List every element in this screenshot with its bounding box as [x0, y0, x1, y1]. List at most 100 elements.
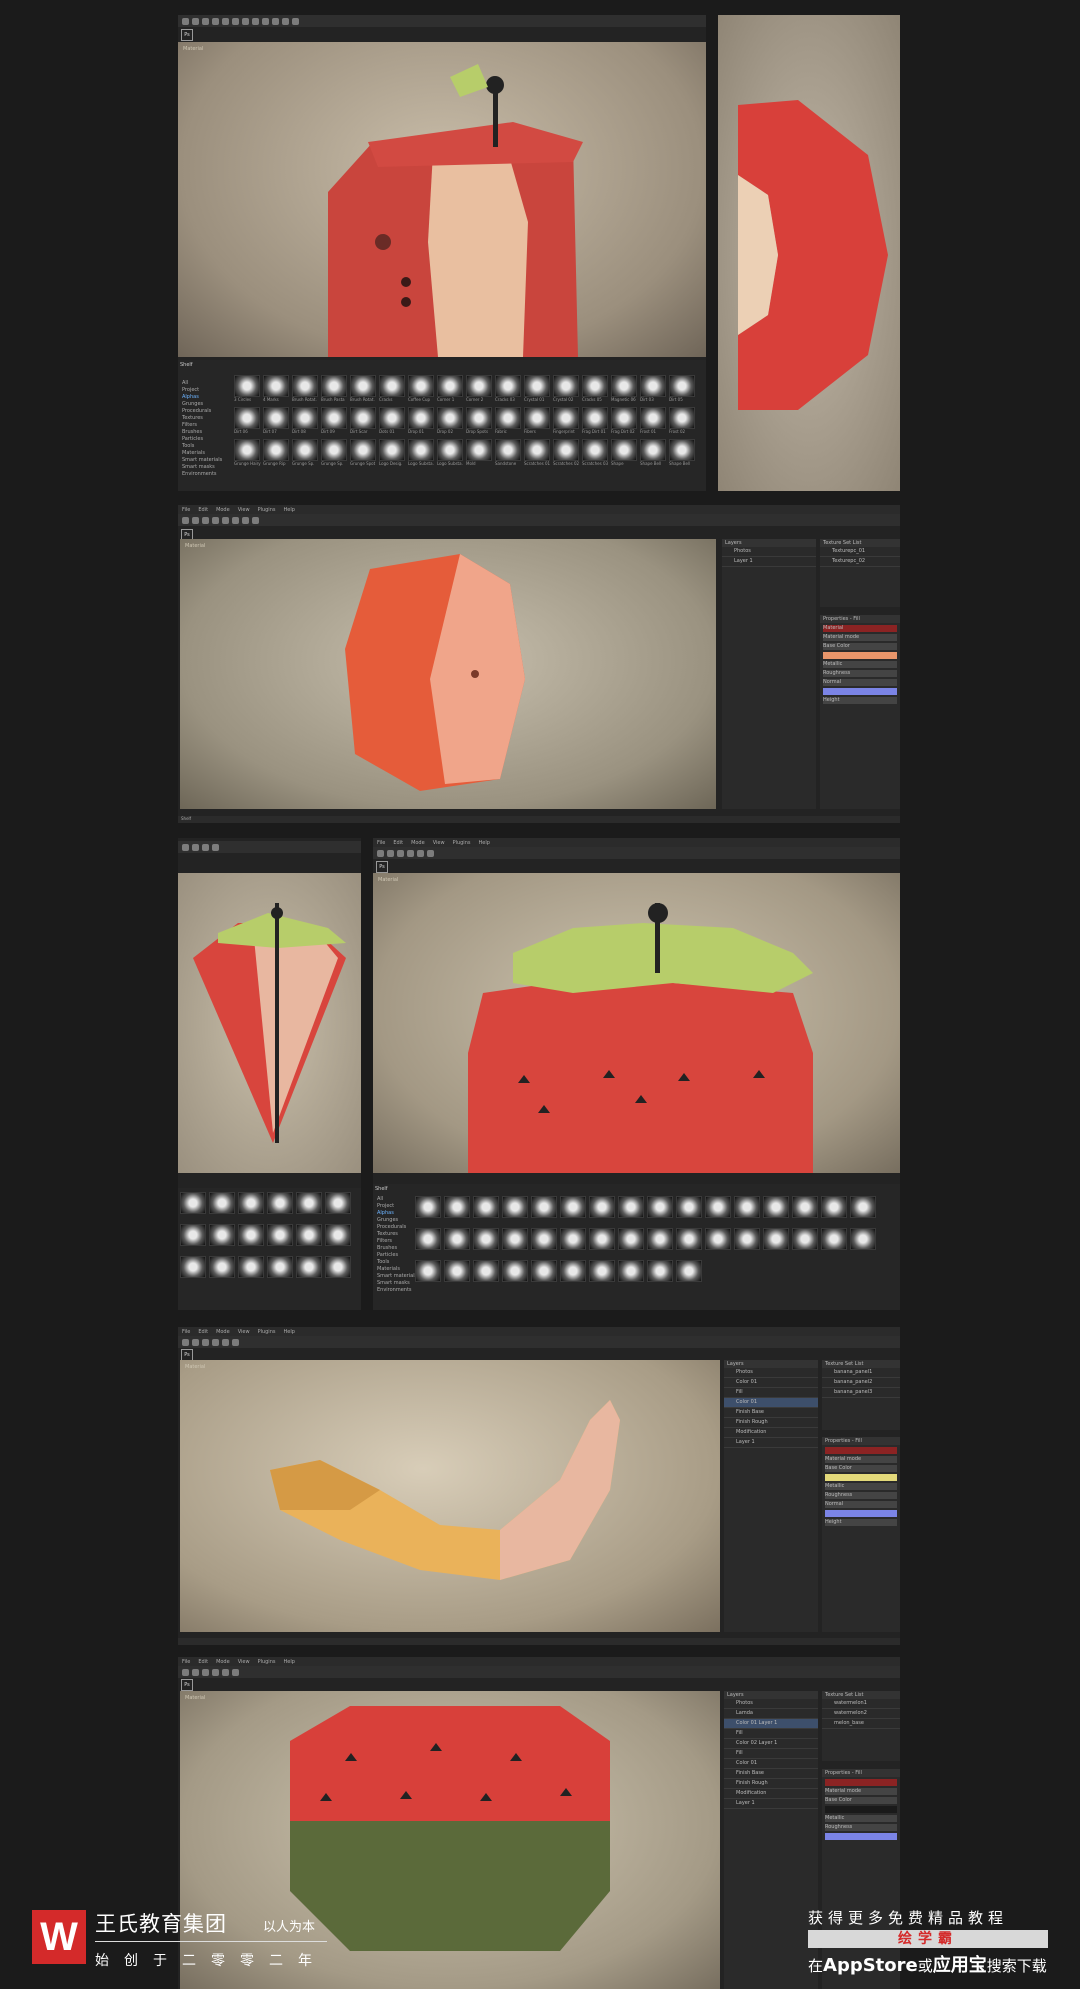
brush-thumbnail[interactable]: Grunge Hairy	[234, 439, 261, 466]
menu-file[interactable]: File	[182, 1659, 190, 1665]
brush-thumbnail[interactable]: Scratches 01	[524, 439, 550, 466]
brush-thumbnail[interactable]	[647, 1196, 673, 1218]
brush-thumbnail[interactable]	[473, 1196, 499, 1218]
brush-thumbnail[interactable]: Drop 02	[437, 407, 463, 434]
brush-thumbnail[interactable]	[734, 1228, 760, 1250]
shelf-category[interactable]: Environments	[182, 471, 222, 478]
brush-thumbnail[interactable]: Drop Spots	[466, 407, 492, 434]
layer-row[interactable]: Color 01	[724, 1398, 818, 1408]
brush-thumbnail[interactable]: Grunge Spot	[350, 439, 376, 466]
brush-thumbnail[interactable]	[560, 1260, 586, 1282]
shelf-category[interactable]: Textures	[182, 415, 222, 422]
layer-row[interactable]: Lamda	[724, 1709, 818, 1719]
tool-icon[interactable]	[407, 849, 414, 857]
shelf-category[interactable]: Procedurals	[377, 1224, 417, 1231]
layer-row[interactable]: Photos	[724, 1368, 818, 1378]
brush-thumbnail[interactable]: Frost 02	[669, 407, 695, 434]
tool-icon[interactable]	[182, 17, 189, 25]
layer-row[interactable]: Modification	[724, 1789, 818, 1799]
tool-icon[interactable]	[202, 1338, 209, 1346]
brush-thumbnail[interactable]	[473, 1228, 499, 1250]
tool-icon[interactable]	[232, 516, 239, 524]
shelf-category[interactable]: All	[377, 1196, 417, 1203]
brush-thumbnail[interactable]	[415, 1228, 441, 1250]
menu-file[interactable]: File	[182, 1329, 190, 1335]
shelf-category[interactable]: Particles	[377, 1252, 417, 1259]
brush-thumbnail[interactable]: Frag Dirt 02	[611, 407, 637, 434]
tool-icon[interactable]	[232, 1338, 239, 1346]
brush-thumbnail[interactable]: Dirt 09	[321, 407, 347, 434]
tool-icon[interactable]	[417, 849, 424, 857]
shelf-category[interactable]: Grunges	[377, 1217, 417, 1224]
brush-thumbnail[interactable]: Dirt 03	[640, 375, 666, 402]
shelf-category[interactable]: Smart materials	[377, 1273, 417, 1280]
brush-thumbnail[interactable]: Sandstone	[495, 439, 521, 466]
brush-thumbnail[interactable]	[296, 1256, 322, 1278]
tool-icon[interactable]	[222, 516, 229, 524]
menu-view[interactable]: View	[238, 1329, 250, 1335]
tool-icon[interactable]	[242, 17, 249, 25]
layer-row[interactable]: Fill	[724, 1749, 818, 1759]
brush-thumbnail[interactable]	[705, 1228, 731, 1250]
tool-icon[interactable]	[427, 849, 434, 857]
menu-mode[interactable]: Mode	[216, 1329, 230, 1335]
tool-icon[interactable]	[222, 17, 229, 25]
brush-thumbnail[interactable]	[238, 1256, 264, 1278]
base-color-swatch[interactable]	[825, 1806, 897, 1813]
brush-thumbnail[interactable]	[821, 1196, 847, 1218]
texture-set-row[interactable]: watermelon1	[822, 1699, 900, 1709]
brush-thumbnail[interactable]	[676, 1260, 702, 1282]
shelf-category[interactable]: Textures	[377, 1231, 417, 1238]
brush-thumbnail[interactable]: Coffee Cup	[408, 375, 434, 402]
layer-row[interactable]: Photos	[724, 1699, 818, 1709]
layer-row[interactable]: Color 01	[724, 1378, 818, 1388]
shelf-category[interactable]: Smart masks	[377, 1280, 417, 1287]
menu-help[interactable]: Help	[283, 507, 294, 513]
brush-thumbnail[interactable]	[502, 1260, 528, 1282]
shelf-category[interactable]: Brushes	[182, 429, 222, 436]
brush-thumbnail[interactable]	[589, 1196, 615, 1218]
tool-icon[interactable]	[182, 1668, 189, 1676]
brush-thumbnail[interactable]	[415, 1196, 441, 1218]
shelf-category[interactable]: Filters	[377, 1238, 417, 1245]
tool-icon[interactable]	[192, 843, 199, 851]
brush-thumbnail[interactable]: Dirt 07	[263, 407, 289, 434]
brush-thumbnail[interactable]: Cracks 05	[582, 375, 608, 402]
brush-thumbnail[interactable]: Mold	[466, 439, 492, 466]
layer-row[interactable]: Layer 1	[722, 557, 816, 567]
brush-thumbnail[interactable]	[531, 1228, 557, 1250]
tool-icon[interactable]	[212, 1338, 219, 1346]
brush-thumbnail[interactable]	[647, 1228, 673, 1250]
brush-thumbnail[interactable]	[325, 1192, 351, 1214]
layer-row[interactable]: Fill	[724, 1729, 818, 1739]
layer-row[interactable]: Color 01 Layer 1	[724, 1719, 818, 1729]
brush-thumbnail[interactable]: Fibers	[524, 407, 550, 434]
brush-thumbnail[interactable]	[734, 1196, 760, 1218]
shelf-category[interactable]: Environments	[377, 1287, 417, 1294]
brush-thumbnail[interactable]: Dirt Scar	[350, 407, 376, 434]
brush-thumbnail[interactable]	[267, 1256, 293, 1278]
brush-thumbnail[interactable]	[792, 1196, 818, 1218]
brush-thumbnail[interactable]: Brush Rotat.	[350, 375, 376, 402]
menu-help[interactable]: Help	[283, 1329, 294, 1335]
texture-set-row[interactable]: Texturepc_02	[820, 557, 900, 567]
layer-row[interactable]: Fill	[724, 1388, 818, 1398]
brush-thumbnail[interactable]	[560, 1196, 586, 1218]
brush-thumbnail[interactable]	[763, 1228, 789, 1250]
texture-set-row[interactable]: banana_panel1	[822, 1368, 900, 1378]
menu-plugins[interactable]: Plugins	[258, 1659, 276, 1665]
texture-set-row[interactable]: banana_panel3	[822, 1388, 900, 1398]
brush-thumbnail[interactable]	[531, 1260, 557, 1282]
brush-thumbnail[interactable]	[676, 1228, 702, 1250]
menu-mode[interactable]: Mode	[216, 507, 230, 513]
brush-thumbnail[interactable]: Logo Substa.	[408, 439, 434, 466]
brush-thumbnail[interactable]	[267, 1192, 293, 1214]
brush-thumbnail[interactable]	[589, 1260, 615, 1282]
layer-row[interactable]: Layer 1	[724, 1799, 818, 1809]
tool-icon[interactable]	[232, 1668, 239, 1676]
texture-set-row[interactable]: Texturepc_01	[820, 547, 900, 557]
tool-icon[interactable]	[242, 516, 249, 524]
brush-thumbnail[interactable]: Dots 01	[379, 407, 405, 434]
shelf-category[interactable]: Grunges	[182, 401, 222, 408]
tool-icon[interactable]	[252, 516, 259, 524]
